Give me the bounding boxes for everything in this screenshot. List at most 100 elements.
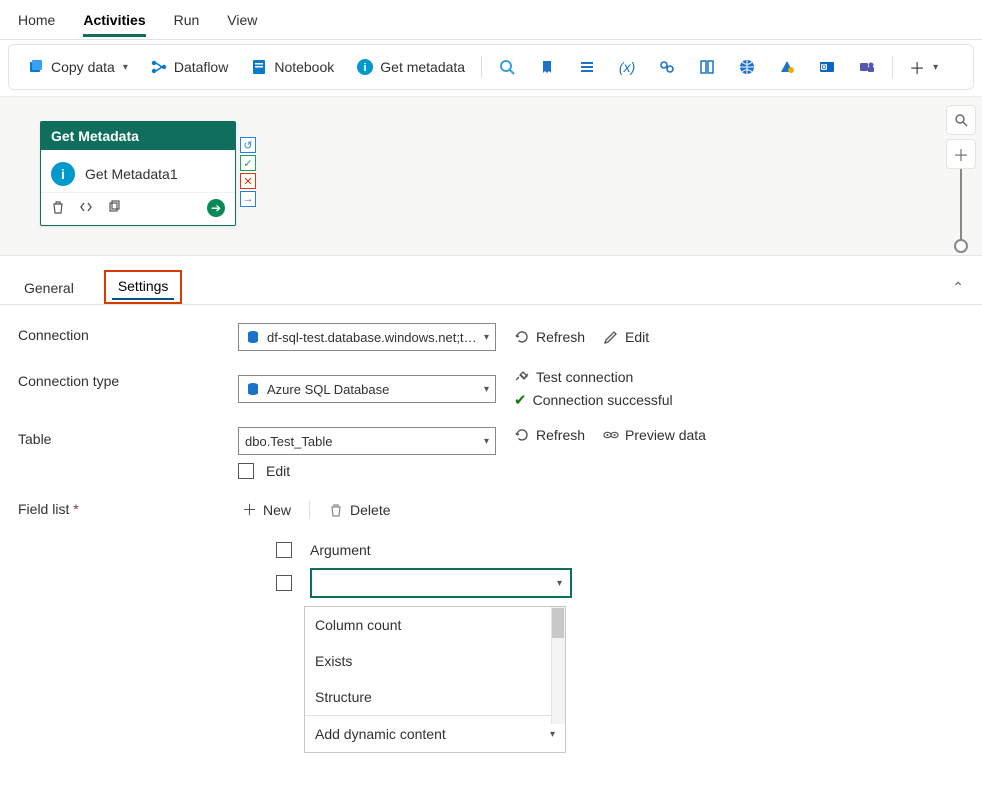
chevron-down-icon: ▾ xyxy=(933,62,938,73)
notebook-button[interactable]: Notebook xyxy=(242,54,342,80)
tab-home[interactable]: Home xyxy=(18,8,55,37)
script-icon-button[interactable] xyxy=(530,54,564,80)
preview-icon xyxy=(603,427,619,443)
table-refresh-button[interactable]: Refresh xyxy=(514,427,585,443)
zoom-track[interactable] xyxy=(960,169,962,249)
dataflow-button[interactable]: Dataflow xyxy=(142,54,236,80)
delete-label: Delete xyxy=(350,502,390,518)
collapse-panel-button[interactable]: ⌃ xyxy=(952,279,964,296)
refresh-button[interactable]: Refresh xyxy=(514,329,585,345)
run-icon[interactable]: ➔ xyxy=(207,199,225,217)
dynamic-content-label: Add dynamic content xyxy=(315,726,446,742)
checkbox-icon xyxy=(238,463,254,479)
variable-icon-button[interactable]: (x) xyxy=(610,54,644,80)
code-icon[interactable] xyxy=(79,200,93,217)
chevron-down-icon: ▾ xyxy=(550,729,555,740)
port-success-icon[interactable]: ✓ xyxy=(240,155,256,171)
trash-icon xyxy=(328,502,344,518)
chevron-down-icon: ▾ xyxy=(484,332,489,343)
web-icon-button[interactable] xyxy=(730,54,764,80)
port-completion-icon[interactable]: → xyxy=(240,191,256,207)
chevron-down-icon: ▾ xyxy=(484,384,489,395)
until-icon-button[interactable] xyxy=(690,54,724,80)
refresh-icon xyxy=(514,427,530,443)
outlook-icon: O xyxy=(818,58,836,76)
activity-ports: ↺ ✓ ✕ → xyxy=(240,137,256,207)
argument-dropdown-popup: Column count Exists Structure Add dynami… xyxy=(304,606,566,753)
settings-form: Connection df-sql-test.database.windows.… xyxy=(0,305,982,811)
canvas-search-button[interactable] xyxy=(946,105,976,135)
connection-label: Connection xyxy=(18,323,238,343)
tab-settings[interactable]: Settings xyxy=(112,274,175,300)
canvas-add-button[interactable]: ＋ xyxy=(946,139,976,169)
info-icon: i xyxy=(51,162,75,186)
pencil-icon xyxy=(603,329,619,345)
connection-dropdown[interactable]: df-sql-test.database.windows.net;tes… ▾ xyxy=(238,323,496,351)
port-failure-icon[interactable]: ✕ xyxy=(240,173,256,189)
option-structure[interactable]: Structure xyxy=(305,679,565,715)
get-metadata-label: Get metadata xyxy=(380,59,465,75)
lookup-icon-button[interactable] xyxy=(650,54,684,80)
lookup-icon xyxy=(658,58,676,76)
zoom-handle[interactable] xyxy=(954,239,968,253)
tab-view[interactable]: View xyxy=(227,8,257,37)
globe-icon xyxy=(738,58,756,76)
argument-select[interactable]: ▾ xyxy=(310,568,572,598)
separator xyxy=(309,501,310,519)
tab-run[interactable]: Run xyxy=(174,8,200,37)
edit-button[interactable]: Edit xyxy=(603,329,649,345)
new-label: New xyxy=(263,502,291,518)
preview-data-label: Preview data xyxy=(625,427,706,443)
check-circle-icon: ✔ xyxy=(514,391,527,409)
design-canvas[interactable]: Get Metadata i Get Metadata1 ➔ ↺ ✓ ✕ → ＋ xyxy=(0,96,982,256)
activity-type-label: Get Metadata xyxy=(41,122,235,150)
option-add-dynamic-content[interactable]: Add dynamic content ▾ xyxy=(305,715,565,752)
database-icon xyxy=(245,329,261,345)
azure-icon-button[interactable] xyxy=(770,54,804,80)
delete-field-button[interactable]: Delete xyxy=(324,500,394,520)
refresh-icon xyxy=(514,329,530,345)
scrollbar[interactable] xyxy=(551,607,565,724)
new-field-button[interactable]: ＋ New xyxy=(238,497,295,522)
chevron-down-icon: ▾ xyxy=(484,436,489,447)
info-icon: i xyxy=(356,58,374,76)
connection-value: df-sql-test.database.windows.net;tes… xyxy=(267,330,478,345)
tab-activities[interactable]: Activities xyxy=(83,8,145,37)
activity-card-get-metadata[interactable]: Get Metadata i Get Metadata1 ➔ xyxy=(40,121,236,226)
option-column-count[interactable]: Column count xyxy=(305,607,565,643)
details-tab-bar: General Settings xyxy=(18,270,182,304)
list-icon xyxy=(578,58,596,76)
row-checkbox[interactable] xyxy=(276,575,292,591)
option-exists[interactable]: Exists xyxy=(305,643,565,679)
plus-icon: ＋ xyxy=(909,55,925,79)
port-skip-icon[interactable]: ↺ xyxy=(240,137,256,153)
connection-status: ✔ Connection successful xyxy=(514,391,673,409)
list-icon-button[interactable] xyxy=(570,54,604,80)
copy-data-label: Copy data xyxy=(51,59,115,75)
preview-data-button[interactable]: Preview data xyxy=(603,427,706,443)
table-value: dbo.Test_Table xyxy=(245,434,478,449)
add-activity-button[interactable]: ＋ ▾ xyxy=(901,51,946,83)
refresh-label: Refresh xyxy=(536,427,585,443)
delete-icon[interactable] xyxy=(51,200,65,217)
teams-icon xyxy=(858,58,876,76)
separator xyxy=(481,56,482,78)
copy-data-button[interactable]: Copy data ▾ xyxy=(19,54,136,80)
teams-icon-button[interactable] xyxy=(850,54,884,80)
search-icon xyxy=(498,58,516,76)
get-metadata-button[interactable]: i Get metadata xyxy=(348,54,473,80)
table-dropdown[interactable]: dbo.Test_Table ▾ xyxy=(238,427,496,455)
notebook-icon xyxy=(250,58,268,76)
tab-general[interactable]: General xyxy=(18,276,80,304)
copy-icon[interactable] xyxy=(107,200,121,217)
variable-icon: (x) xyxy=(618,58,636,76)
test-connection-button[interactable]: Test connection xyxy=(514,369,673,385)
copy-data-icon xyxy=(27,58,45,76)
search-icon-button[interactable] xyxy=(490,54,524,80)
select-all-checkbox[interactable] xyxy=(276,542,292,558)
connection-type-dropdown[interactable]: Azure SQL Database ▾ xyxy=(238,375,496,403)
outlook-icon-button[interactable]: O xyxy=(810,54,844,80)
svg-text:O: O xyxy=(822,65,827,71)
chevron-down-icon: ▾ xyxy=(557,578,562,589)
edit-checkbox[interactable]: Edit xyxy=(238,463,496,479)
